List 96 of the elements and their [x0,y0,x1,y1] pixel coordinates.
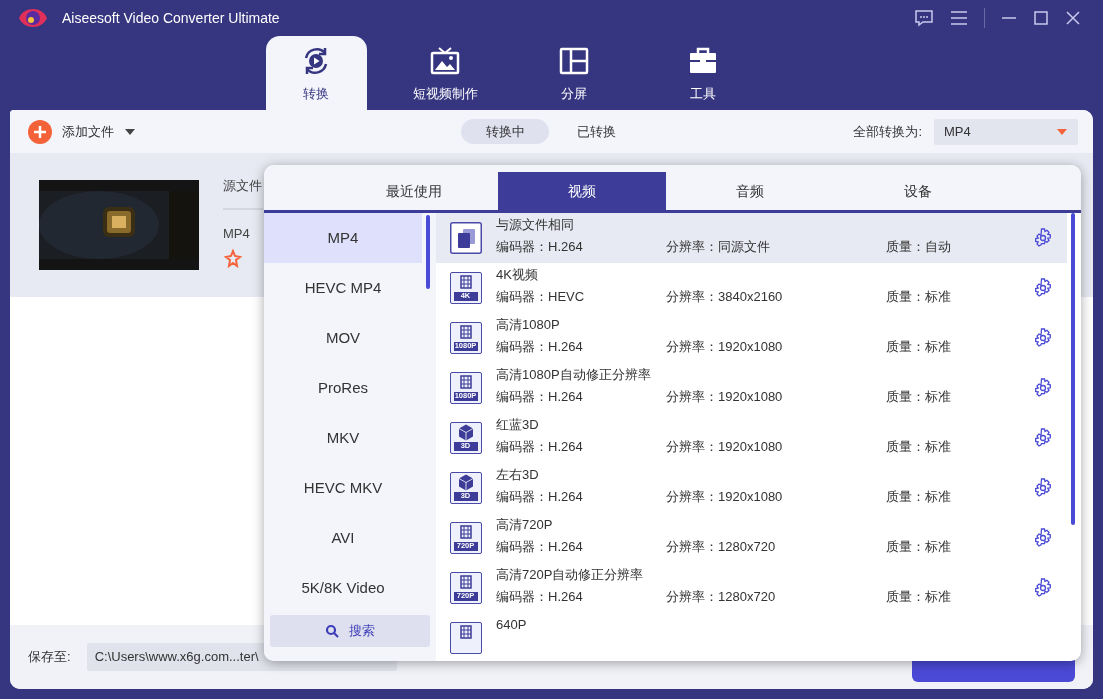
toolbox-icon [688,46,718,76]
split-screen-icon [559,46,589,76]
preset-title: 高清1080P自动修正分辨率 [496,366,652,384]
format-item[interactable]: HEVC MKV [264,463,422,513]
format-item[interactable]: HEVC MP4 [264,263,422,313]
encoder-text: 编码器：H.264 [496,388,584,406]
resolution-text: 分辨率：1920x1080 [666,338,784,356]
window-title: Aiseesoft Video Converter Ultimate [62,8,280,28]
nav-tab[interactable]: 分屏 [523,36,625,110]
encoder-text: 编码器：H.264 [496,538,584,556]
cube-icon [458,424,474,441]
maximize-icon[interactable] [1033,10,1049,26]
resolution-text: 分辨率：1920x1080 [666,488,784,506]
nav-tab-label: 工具 [690,85,716,103]
resolution-text: 分辨率：1920x1080 [666,438,784,456]
preset-title: 左右3D [496,466,540,484]
format-item[interactable]: MKV [264,413,422,463]
format-tab[interactable]: 音频 [666,172,834,210]
resolution-text: 分辨率：3840x2160 [666,288,784,306]
preset-title: 高清1080P [496,316,561,334]
format-item[interactable]: 5K/8K Video [264,563,422,613]
dropdown-caret-icon[interactable] [124,127,136,136]
format-item[interactable]: MP4 [264,213,422,263]
nav-tab-label: 短视频制作 [412,85,478,103]
film-icon [460,275,472,289]
preset-title: 与源文件相同 [496,216,575,234]
enhance-icon[interactable] [223,249,243,269]
quality-text: 质量：自动 [886,238,951,256]
cube-icon [458,474,474,491]
settings-icon[interactable] [1033,528,1053,548]
scrollbar-thumb[interactable] [1071,213,1075,525]
format-tab[interactable]: 视频 [498,172,666,210]
tv-icon [430,46,460,76]
settings-icon[interactable] [1033,478,1053,498]
feedback-icon[interactable] [914,9,934,27]
settings-icon[interactable] [1033,428,1053,448]
nav-tab[interactable]: 短视频制作 [394,36,496,110]
add-file-button[interactable]: 添加文件 [28,119,114,144]
status-tab[interactable]: 转换中 [461,119,549,144]
resolution-text: 分辨率：1280x720 [666,538,777,556]
resolution-text: 分辨率：1920x1080 [666,388,784,406]
format-tab[interactable]: 设备 [834,172,1002,210]
preset-title: 高清720P自动修正分辨率 [496,566,645,584]
film-icon [460,575,472,589]
menu-icon[interactable] [950,10,968,26]
preset-row[interactable]: 与源文件相同 编码器：H.264 分辨率：同源文件 质量：自动 [436,213,1067,263]
encoder-text: 编码器：H.264 [496,588,584,606]
save-to-label: 保存至: [28,648,71,667]
settings-icon[interactable] [1033,578,1053,598]
preset-row[interactable]: 640P [436,613,1067,661]
dropdown-caret-icon [1056,127,1068,136]
quality-text: 质量：标准 [886,338,951,356]
encoder-text: 编码器：H.264 [496,438,584,456]
add-icon [28,119,52,144]
preset-title: 高清720P [496,516,554,534]
format-item[interactable]: ProRes [264,363,422,413]
settings-icon[interactable] [1033,278,1053,298]
copy-icon [450,222,482,254]
search-button[interactable]: 搜索 [270,615,430,647]
format-item[interactable]: MOV [264,313,422,363]
nav-tab[interactable]: 工具 [652,36,754,110]
format-select[interactable]: MP4 [934,118,1078,145]
quality-text: 质量：标准 [886,288,951,306]
quality-text: 质量：标准 [886,538,951,556]
encoder-text: 编码器：HEVC [496,288,586,306]
source-file-label: 源文件 [223,177,263,195]
encoder-text: 编码器：H.264 [496,488,584,506]
nav-tab-label: 分屏 [561,85,587,103]
film-icon [460,525,472,539]
resolution-text: 分辨率：同源文件 [666,238,771,256]
nav-tab-label: 转换 [303,85,329,103]
preset-title: 4K视频 [496,266,539,284]
format-item[interactable]: AVI [264,513,422,563]
encoder-text: 编码器：H.264 [496,338,584,356]
nav-tab[interactable]: 转换 [265,36,367,110]
film-icon [460,375,472,389]
preset-title: 640P [496,616,528,634]
format-tab[interactable]: 最近使用 [330,172,498,210]
resolution-text: 分辨率：1280x720 [666,588,777,606]
settings-icon[interactable] [1033,228,1053,248]
search-icon [325,624,339,638]
film-icon [460,625,472,639]
quality-text: 质量：标准 [886,388,951,406]
file-format: MP4 [223,224,251,243]
encoder-text: 编码器：H.264 [496,238,584,256]
settings-icon[interactable] [1033,378,1053,398]
preset-title: 红蓝3D [496,416,540,434]
scrollbar-thumb[interactable] [426,215,430,289]
convert-all-label: 全部转换为: [853,122,922,141]
quality-text: 质量：标准 [886,488,951,506]
settings-icon[interactable] [1033,328,1053,348]
quality-text: 质量：标准 [886,588,951,606]
film-icon [460,325,472,339]
status-tab[interactable]: 已转换 [552,119,640,144]
close-icon[interactable] [1065,10,1081,26]
quality-text: 质量：标准 [886,438,951,456]
